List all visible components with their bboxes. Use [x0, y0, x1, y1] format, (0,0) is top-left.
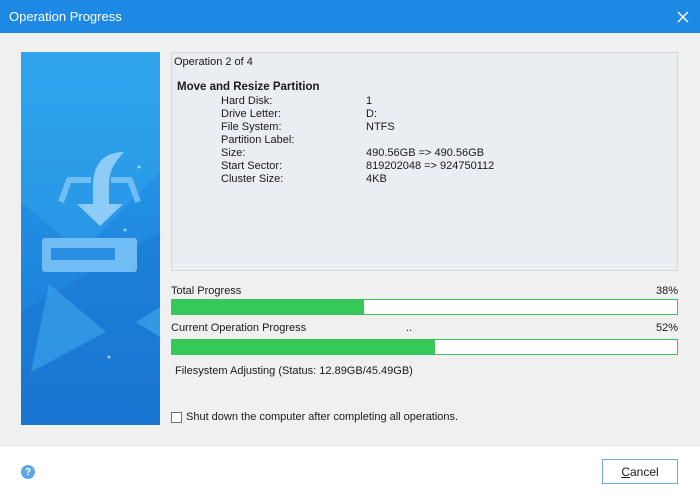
cancel-label-rest: ancel [629, 464, 659, 479]
status-text: Filesystem Adjusting (Status: 12.89GB/45… [175, 365, 413, 377]
operation-counter: Operation 2 of 4 [174, 56, 253, 68]
total-progress-label: Total Progress [171, 285, 242, 297]
dialog-content: Operation 2 of 4 Move and Resize Partiti… [0, 33, 700, 445]
detail-row: Hard Disk: 1 [172, 95, 677, 108]
operation-details-panel: Operation 2 of 4 Move and Resize Partiti… [171, 52, 678, 271]
detail-row: Start Sector: 819202048 => 924750112 [172, 160, 677, 173]
detail-value: 1 [366, 95, 373, 107]
total-progress-percent: 38% [655, 285, 678, 297]
detail-row: Drive Letter: D: [172, 108, 677, 121]
banner-illustration [21, 52, 160, 425]
close-icon [677, 11, 689, 22]
current-progress-label: Current Operation Progress [171, 322, 307, 334]
download-to-drive-icon [21, 52, 160, 425]
cancel-button[interactable]: Cancel [602, 459, 678, 484]
detail-label: File System: [221, 121, 282, 133]
detail-label: Cluster Size: [221, 173, 284, 185]
cancel-label-first: C [621, 464, 630, 479]
title-bar: Operation Progress [0, 0, 700, 33]
detail-value: D: [366, 108, 377, 120]
detail-value: 4KB [366, 173, 387, 185]
close-button[interactable] [666, 0, 700, 33]
detail-label: Hard Disk: [221, 95, 273, 107]
detail-row: Partition Label: [172, 134, 677, 147]
detail-label: Size: [221, 147, 246, 159]
total-progress-bar [171, 299, 678, 315]
detail-label: Partition Label: [221, 134, 295, 146]
detail-label: Start Sector: [221, 160, 283, 172]
operation-title: Move and Resize Partition [177, 81, 320, 93]
shutdown-checkbox[interactable] [171, 411, 182, 423]
current-progress-percent: 52% [655, 322, 678, 334]
detail-label: Drive Letter: [221, 108, 281, 120]
shutdown-label: Shut down the computer after completing … [186, 411, 459, 423]
detail-row: File System: NTFS [172, 121, 677, 134]
detail-row: Cluster Size: 4KB [172, 173, 677, 186]
help-icon[interactable]: ? [21, 465, 35, 479]
current-progress-fill [172, 340, 435, 354]
detail-value: 490.56GB => 490.56GB [366, 147, 485, 159]
current-progress-dots: .. [406, 322, 413, 334]
total-progress-fill [172, 300, 364, 314]
detail-value: NTFS [366, 121, 395, 133]
current-progress-bar [171, 339, 678, 355]
shutdown-option[interactable]: Shut down the computer after completing … [171, 411, 458, 423]
detail-row: Size: 490.56GB => 490.56GB [172, 147, 677, 160]
dialog-footer: ? Cancel [0, 445, 700, 501]
window-title: Operation Progress [9, 9, 122, 24]
detail-value: 819202048 => 924750112 [366, 160, 495, 172]
